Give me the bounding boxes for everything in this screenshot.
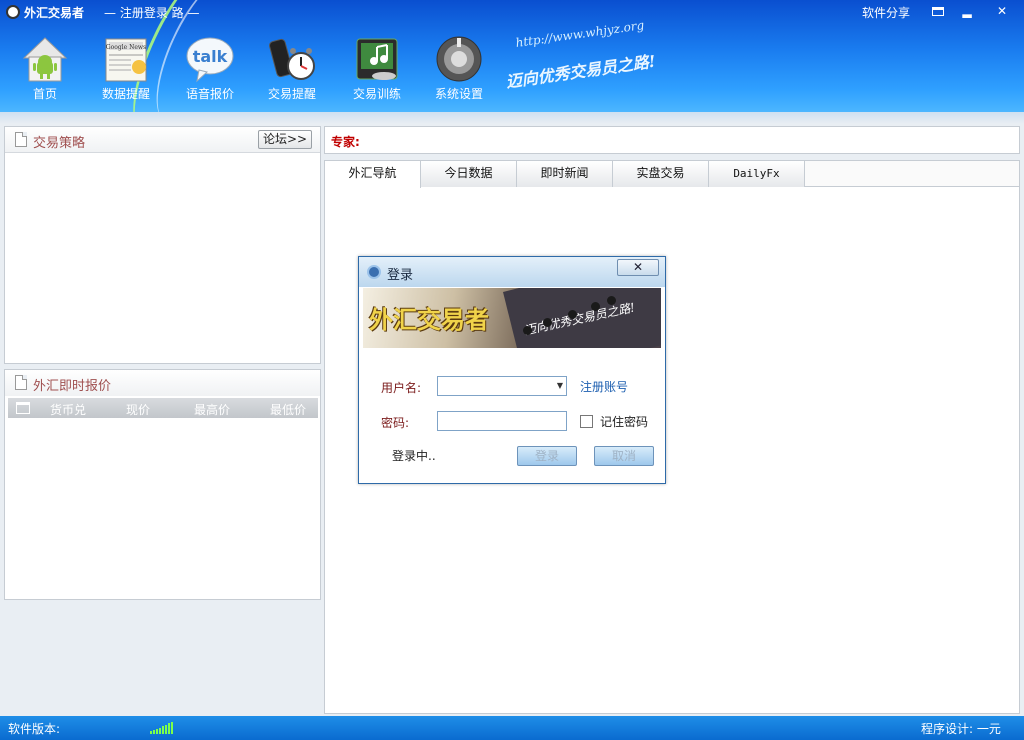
remember-password-label[interactable]: 记住密码 [600, 413, 648, 430]
runner-figure [523, 326, 532, 335]
tab-dailyfx[interactable]: DailyFx [709, 161, 805, 187]
nav-home[interactable]: 首页 [5, 30, 85, 104]
login-banner: 外汇交易者 迈向优秀交易员之路! [363, 288, 661, 348]
tab-live-news[interactable]: 即时新闻 [517, 161, 613, 187]
top-banner: 外汇交易者 — 注册登录 路 — 软件分享 ▂ ✕ 首页 Google News… [0, 0, 1024, 112]
login-close-button[interactable]: ✕ [617, 259, 659, 276]
tab-today-data[interactable]: 今日数据 [421, 161, 517, 187]
column-header[interactable]: 最低价 [270, 401, 306, 418]
app-title: 外汇交易者 [24, 6, 85, 20]
app-subtitle: — 注册登录 路 — [104, 6, 200, 20]
user-icon [367, 265, 381, 279]
document-icon [15, 132, 27, 147]
forum-button[interactable]: 论坛>> [258, 130, 312, 149]
column-header[interactable]: 现价 [126, 401, 150, 418]
nav-data-alert[interactable]: Google News 数据提醒 [86, 30, 166, 104]
runner-figure [543, 318, 552, 327]
runner-figure [591, 302, 600, 311]
nav-settings[interactable]: 系统设置 [419, 30, 499, 104]
remember-password-checkbox[interactable] [580, 415, 593, 428]
nav-voice-quote[interactable]: talk 语音报价 [170, 30, 250, 104]
password-input[interactable] [437, 411, 567, 431]
slogan-text: 迈向优秀交易员之路! [504, 51, 657, 92]
quote-panel-title: 外汇即时报价 [33, 379, 112, 394]
tab-fx-navigation[interactable]: 外汇导航 [325, 161, 421, 188]
nav-voice-quote-label: 语音报价 [185, 87, 234, 101]
nav-trade-alert[interactable]: 交易提醒 [252, 30, 332, 104]
strategy-panel: 交易策略 论坛>> [4, 126, 321, 364]
nav-settings-label: 系统设置 [434, 87, 483, 101]
table-select-icon [16, 402, 30, 414]
register-account-link[interactable]: 注册账号 [580, 378, 628, 395]
software-version-label: 软件版本: [8, 722, 61, 736]
column-header[interactable]: 货币兑 [50, 401, 86, 418]
newspaper-icon: Google News [105, 38, 147, 82]
column-header[interactable]: 最高价 [194, 401, 230, 418]
phone-alarm-clock-icon [269, 38, 315, 80]
nav-home-label: 首页 [32, 87, 57, 101]
header-divider [0, 112, 1024, 124]
signal-strength-icon [150, 722, 174, 734]
login-banner-brand: 外汇交易者 [369, 305, 489, 334]
svg-text:talk: talk [193, 47, 228, 66]
strategy-panel-header: 交易策略 论坛>> [5, 127, 320, 153]
nav-trade-alert-label: 交易提醒 [267, 87, 316, 101]
cancel-button[interactable]: 取消 [594, 446, 654, 466]
username-combobox[interactable]: ▼ [437, 376, 567, 396]
login-status-text: 登录中.. [392, 449, 436, 463]
login-dialog: 登录 ✕ 外汇交易者 迈向优秀交易员之路! 用户名: ▼ 注册账号 密码: 记住… [358, 256, 666, 484]
document-icon [15, 375, 27, 390]
chevron-down-icon[interactable]: ▼ [554, 377, 566, 395]
nav-trade-training[interactable]: 交易训练 [337, 30, 417, 104]
settings-knob-icon [436, 36, 482, 82]
username-label: 用户名: [381, 381, 422, 395]
quote-panel-header: 外汇即时报价 [5, 370, 320, 396]
quote-panel: 外汇即时报价 货币兑 现价 最高价 最低价 [4, 369, 321, 600]
music-training-icon [356, 38, 398, 80]
runner-figure [607, 296, 616, 305]
login-button[interactable]: 登录 [517, 446, 577, 466]
expert-bar: 专家: [324, 126, 1020, 154]
status-bar: 软件版本: 程序设计: 一元 [0, 716, 1024, 740]
tab-live-trading[interactable]: 实盘交易 [613, 161, 709, 187]
runner-figure [568, 310, 577, 319]
login-dialog-title: 登录 [387, 268, 414, 283]
password-label: 密码: [381, 416, 410, 430]
slogan-url: http://www.whjyz.org [514, 18, 646, 50]
author-credit: 程序设计: 一元 [921, 722, 1001, 736]
share-link[interactable]: 软件分享 [862, 4, 910, 21]
svg-text:Google News: Google News [106, 44, 146, 51]
menu-icon [932, 7, 944, 16]
minimize-button[interactable]: ▂ [955, 3, 979, 19]
nav-data-alert-label: 数据提醒 [101, 87, 150, 101]
login-dialog-titlebar: 登录 ✕ [359, 257, 665, 287]
strategy-panel-title: 交易策略 [33, 136, 86, 151]
tab-bar: 外汇导航 今日数据 即时新闻 实盘交易 DailyFx [325, 161, 1019, 188]
nav-trade-training-label: 交易训练 [352, 87, 401, 101]
close-button[interactable]: ✕ [990, 3, 1014, 19]
quote-table-header: 货币兑 现价 最高价 最低价 [8, 398, 318, 418]
app-logo-icon [6, 5, 20, 19]
android-home-icon [22, 37, 68, 82]
talk-bubble-icon: talk [186, 37, 234, 83]
expert-label: 专家: [331, 135, 360, 149]
window-menu-button[interactable] [926, 3, 950, 19]
